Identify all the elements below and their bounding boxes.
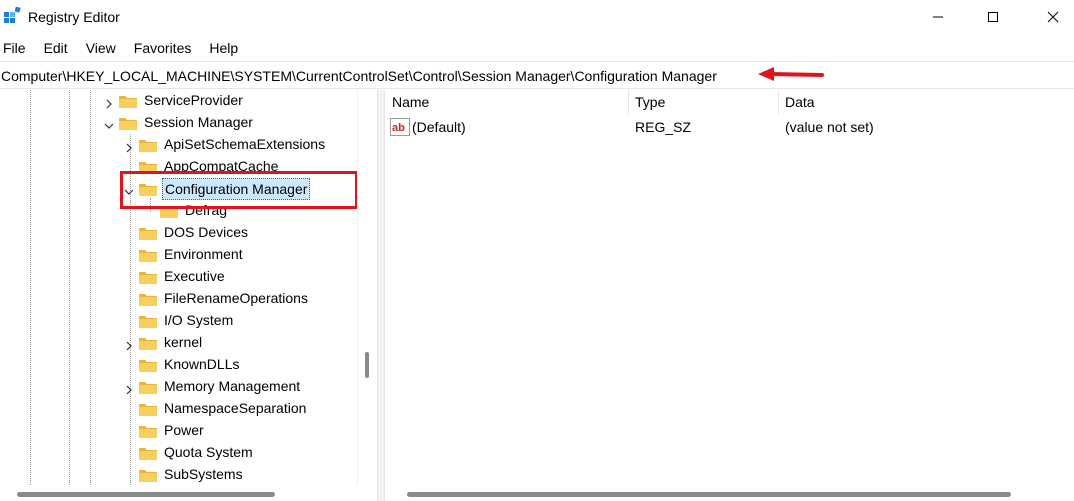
values-list[interactable]: Name Type Data ab (Default) REG_SZ (valu… [385,90,1074,501]
tree-node[interactable]: DOS Devices [0,222,357,244]
window-title: Registry Editor [28,9,120,25]
minimize-button[interactable] [915,0,961,34]
tree-node-label[interactable]: Memory Management [162,376,302,396]
folder-icon [138,313,158,329]
tree-node-label[interactable]: kernel [162,332,204,352]
tree-node-label[interactable]: ApiSetSchemaExtensions [162,134,327,154]
tree-node[interactable]: I/O System [0,310,357,332]
tree-node-label[interactable]: ServiceProvider [142,90,245,110]
string-value-icon: ab [390,118,410,136]
column-header-name[interactable]: Name [392,94,429,110]
title-bar: Registry Editor [0,0,1074,36]
chevron-right-icon[interactable] [124,338,134,351]
tree-vertical-scrollbar[interactable] [357,90,377,485]
folder-icon [138,225,158,241]
chevron-right-icon[interactable] [124,382,134,395]
tree-node-label[interactable]: Defrag [183,200,229,220]
folder-icon [138,445,158,461]
chevron-right-icon[interactable] [104,96,114,109]
tree-node[interactable]: Configuration Manager [0,178,357,200]
tree-node[interactable]: Executive [0,266,357,288]
chevron-down-icon[interactable] [124,184,134,195]
menu-file[interactable]: File [3,36,26,60]
tree-node-label[interactable]: Quota System [162,442,255,462]
registry-editor-icon [4,7,21,23]
close-button[interactable] [1030,0,1074,34]
minimize-icon [933,16,943,18]
tree-vertical-scroll-thumb[interactable] [365,352,369,378]
address-path[interactable]: Computer\HKEY_LOCAL_MACHINE\SYSTEM\Curre… [1,68,717,84]
menu-view[interactable]: View [86,36,116,60]
tree-node[interactable]: NamespaceSeparation [0,398,357,420]
folder-icon [138,159,158,175]
column-divider[interactable] [628,90,629,114]
tree-node[interactable]: ServiceProvider [0,90,357,112]
folder-icon [138,137,158,153]
folder-icon [138,401,158,417]
tree-node[interactable]: Quota System [0,442,357,464]
tree-node-label[interactable]: I/O System [162,310,235,330]
chevron-right-icon[interactable] [124,140,134,153]
folder-icon [138,181,158,197]
key-tree[interactable]: ServiceProvider Session Manager ApiSetSche… [0,90,377,501]
tree-node[interactable]: Environment [0,244,357,266]
tree-node[interactable]: Power [0,420,357,442]
folder-icon [118,93,138,109]
maximize-button[interactable] [970,0,1016,34]
value-data: (value not set) [785,119,874,135]
tree-node-label[interactable]: Configuration Manager [162,178,311,200]
tree-node-label[interactable]: Session Manager [142,112,255,132]
tree-node-label[interactable]: FileRenameOperations [162,288,310,308]
tree-node-label[interactable]: SubSystems [162,464,245,484]
menu-favorites[interactable]: Favorites [134,36,192,60]
column-divider[interactable] [778,90,779,114]
folder-icon [138,467,158,483]
chevron-down-icon[interactable] [104,118,114,129]
menu-help[interactable]: Help [209,36,238,60]
tree-node-label[interactable]: Environment [162,244,245,264]
tree-node[interactable]: SubSystems [0,464,357,486]
folder-icon [159,203,179,219]
tree-horizontal-scroll-thumb[interactable] [17,492,275,497]
folder-icon [138,269,158,285]
column-header-data[interactable]: Data [785,94,815,110]
folder-icon [118,115,138,131]
close-icon [1047,11,1059,23]
tree-node-label[interactable]: Power [162,420,206,440]
tree-node[interactable]: Memory Management [0,376,357,398]
tree-node-label[interactable]: AppCompatCache [162,156,280,176]
tree-node-label[interactable]: Executive [162,266,227,286]
tree-node[interactable]: ApiSetSchemaExtensions [0,134,357,156]
pane-splitter[interactable] [377,90,385,501]
folder-icon [138,291,158,307]
red-arrow-annotation [758,67,824,81]
folder-icon [138,247,158,263]
tree-node[interactable]: KnownDLLs [0,354,357,376]
menu-edit[interactable]: Edit [44,36,68,60]
tree-node[interactable]: Session Manager [0,112,357,134]
folder-icon [138,379,158,395]
tree-node-label[interactable]: DOS Devices [162,222,250,242]
address-bar[interactable]: Computer\HKEY_LOCAL_MACHINE\SYSTEM\Curre… [0,61,1074,89]
menu-bar: File Edit View Favorites Help [0,36,256,60]
tree-node-label[interactable]: KnownDLLs [162,354,242,374]
tree-node[interactable]: AppCompatCache [0,156,357,178]
folder-icon [138,423,158,439]
value-name[interactable]: (Default) [412,119,466,135]
maximize-icon [988,12,998,22]
tree-node[interactable]: kernel [0,332,357,354]
folder-icon [138,357,158,373]
tree-node-label[interactable]: NamespaceSeparation [162,398,308,418]
value-type: REG_SZ [635,119,692,135]
svg-text:ab: ab [392,122,405,134]
tree-node[interactable]: FileRenameOperations [0,288,357,310]
column-header-type[interactable]: Type [635,94,665,110]
values-horizontal-scroll-thumb[interactable] [407,492,1011,497]
folder-icon [138,335,158,351]
tree-node[interactable]: Defrag [0,200,357,222]
